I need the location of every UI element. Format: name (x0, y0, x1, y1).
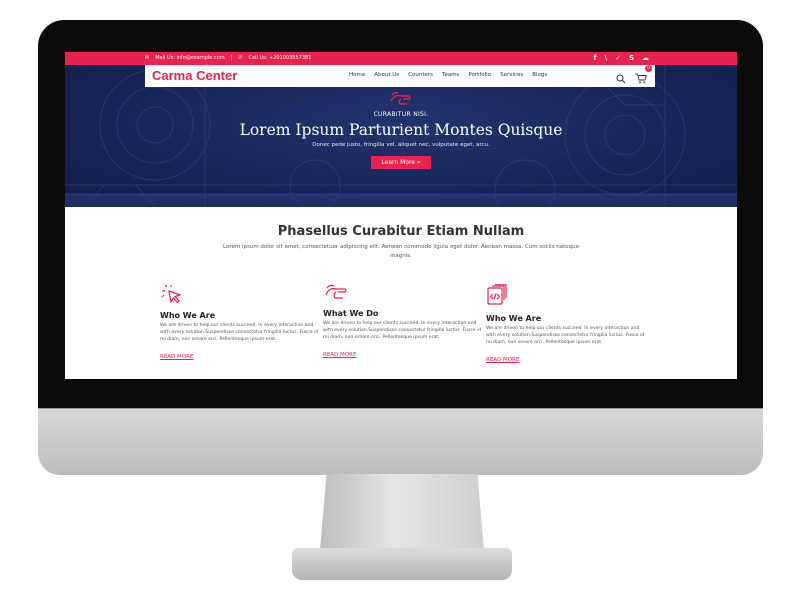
intro-description: Lorem ipsum dolor sit amet, consectetuer… (222, 244, 580, 259)
read-more-link[interactable]: READ MORE (486, 357, 519, 363)
website-screen: CURABITUR NISI. Lorem Ipsum Parturient M… (65, 52, 737, 379)
hero-description: Donec pede justo, fringilla vel, aliquet… (312, 142, 490, 148)
twitter-icon[interactable]: ✓ (615, 54, 621, 62)
menu-item-portfolio[interactable]: Portfolio (468, 72, 491, 78)
hero-subtitle: CURABITUR NISI. (373, 111, 429, 118)
hand-pointer-icon (388, 91, 414, 111)
menu-item-teams[interactable]: Teams (442, 72, 459, 78)
soundcloud-icon[interactable]: ☁ (642, 54, 649, 62)
site-logo[interactable]: Carma Center (152, 68, 237, 83)
menu-item-counters[interactable]: Counters (408, 72, 433, 78)
read-more-link[interactable]: READ MORE (323, 352, 356, 358)
menu-item-home[interactable]: Home (349, 72, 365, 78)
monitor-chin (38, 408, 763, 475)
social-links: f \ ✓ S ☁ (593, 54, 649, 62)
mail-icon: ✉ (145, 55, 150, 61)
main-navbar: Carma Center Home About Us Counters Team… (145, 65, 655, 87)
menu-item-services[interactable]: Services (500, 72, 523, 78)
monitor-stand-neck (320, 474, 484, 550)
call-text[interactable]: Call Us: +201003557381 (249, 55, 312, 61)
intro-title: Phasellus Curabitur Etiam Nullam (277, 224, 525, 239)
monitor-stand-base (292, 548, 512, 580)
cart-button[interactable]: 0 (635, 65, 652, 88)
divider: | (230, 55, 233, 61)
main-menu: Home About Us Counters Teams Portfolio S… (349, 72, 547, 78)
feature-card: What We Do We are driven to help our cli… (323, 283, 483, 360)
feature-text: We are driven to help our clients succee… (323, 321, 482, 340)
feature-card: Who We Are We are driven to help our cli… (160, 284, 320, 362)
top-contact-bar: ✉ Mail Us: info@example.com | ✆ Call Us:… (65, 52, 737, 65)
hero-title: Lorem Ipsum Parturient Montes Quisque (239, 121, 563, 139)
feature-title: What We Do (323, 309, 379, 318)
feature-card: Who We Are We are driven to help our cli… (486, 284, 646, 365)
contact-info: ✉ Mail Us: info@example.com | ✆ Call Us:… (145, 55, 311, 61)
facebook-icon[interactable]: f (593, 54, 596, 62)
hero-content: CURABITUR NISI. Lorem Ipsum Parturient M… (65, 91, 737, 169)
rss-icon[interactable]: \ (605, 54, 608, 62)
skype-icon[interactable]: S (629, 54, 634, 62)
read-more-link[interactable]: READ MORE (160, 354, 193, 360)
phone-icon: ✆ (238, 55, 243, 61)
cursor-click-icon (160, 284, 186, 307)
code-file-icon (486, 284, 512, 310)
learn-more-button[interactable]: Learn More » (371, 156, 431, 169)
hand-pointer-icon (323, 284, 351, 305)
cart-count-badge: 0 (645, 65, 652, 72)
menu-item-about[interactable]: About Us (374, 72, 399, 78)
mail-text[interactable]: Mail Us: info@example.com (155, 55, 224, 61)
search-icon[interactable] (616, 69, 626, 88)
feature-text: We are driven to help our clients succee… (486, 326, 645, 345)
menu-item-blogs[interactable]: Blogs (532, 72, 547, 78)
nav-icons: 0 (616, 65, 652, 88)
feature-title: Who We Are (486, 314, 542, 323)
feature-text: We are driven to help our clients succee… (160, 323, 319, 342)
cart-icon (635, 73, 647, 84)
feature-title: Who We Are (160, 311, 216, 320)
